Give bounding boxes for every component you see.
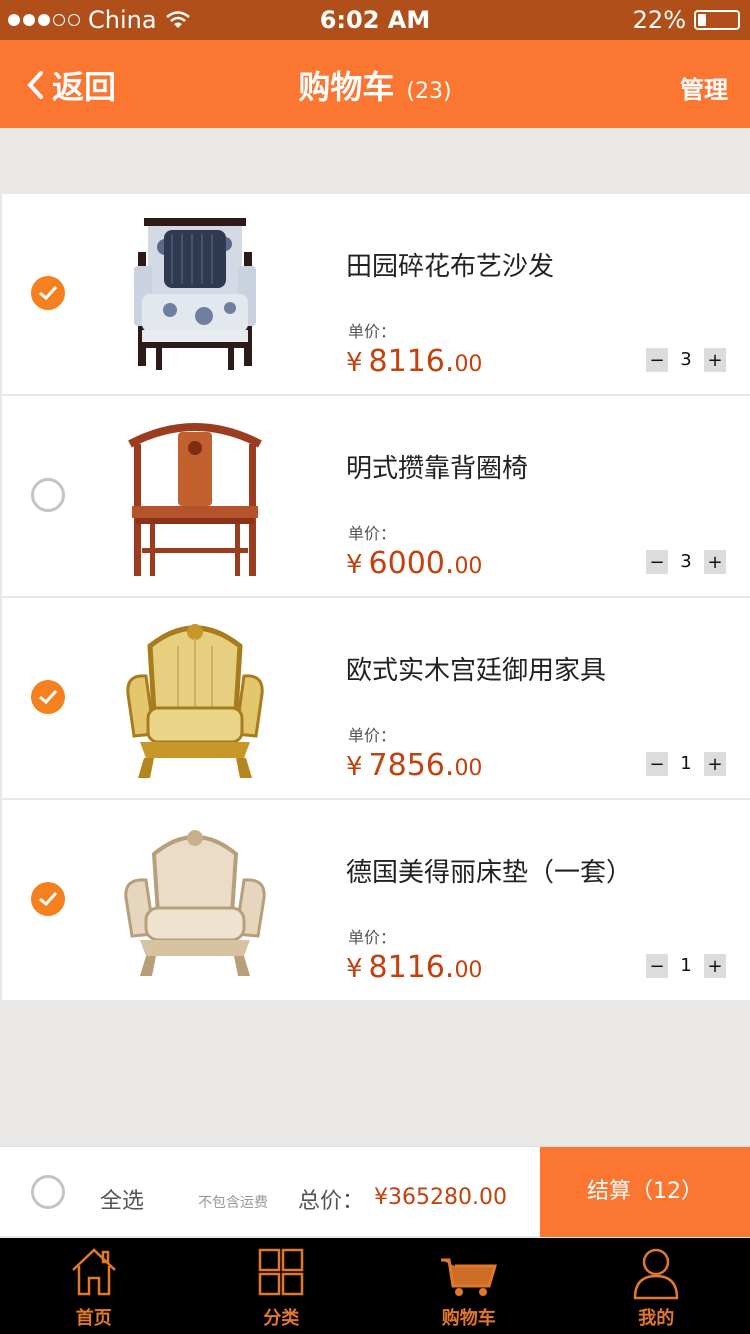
- decrement-button[interactable]: −: [646, 552, 668, 573]
- checkmark-icon: [39, 285, 58, 301]
- item-name[interactable]: 德国美得丽床垫（一套）: [346, 852, 632, 889]
- battery-icon: [694, 10, 740, 30]
- checkmark-icon: [39, 891, 58, 907]
- unit-price-label: 单价：: [348, 726, 397, 745]
- quantity-value[interactable]: 3: [668, 348, 704, 372]
- tab-label: 分类: [263, 1308, 300, 1329]
- quantity-stepper: − 1 +: [646, 752, 726, 776]
- cart-item: 德国美得丽床垫（一套） 单价： ¥8116.00 − 1 +: [2, 800, 750, 1000]
- checkout-bar: 全选 不包含运费 总价： ¥365280.00 结算（12）: [0, 1146, 750, 1237]
- item-price: ¥7856.00: [346, 748, 483, 783]
- status-bar: China 6:02 AM 22%: [0, 0, 750, 40]
- checkmark-icon: [39, 689, 58, 705]
- unit-price-label: 单价：: [348, 322, 397, 341]
- tab-label: 购物车: [441, 1308, 496, 1329]
- select-all-label[interactable]: 全选: [100, 1183, 144, 1215]
- item-name[interactable]: 欧式实木宫廷御用家具: [346, 650, 606, 687]
- quantity-value[interactable]: 1: [668, 752, 704, 776]
- tab-category[interactable]: 分类: [188, 1238, 376, 1334]
- item-checkbox[interactable]: [31, 478, 65, 512]
- tab-cart[interactable]: 购物车: [375, 1238, 563, 1334]
- cart-item: 田园碎花布艺沙发 单价： ¥8116.00 − 3 +: [2, 194, 750, 394]
- ming-style-wooden-chair-image: [128, 423, 262, 576]
- item-checkbox[interactable]: [31, 276, 65, 310]
- total-label: 总价：: [298, 1189, 365, 1214]
- cart-count: (23): [406, 79, 452, 104]
- increment-button[interactable]: +: [704, 552, 726, 573]
- increment-button[interactable]: +: [704, 350, 726, 371]
- decrement-button[interactable]: −: [646, 754, 668, 775]
- page-title: 购物车 (23): [298, 68, 452, 106]
- tab-home[interactable]: 首页: [0, 1238, 188, 1334]
- cart-item: 明式攒靠背圈椅 单价： ¥6000.00 − 3 +: [2, 396, 750, 596]
- total-value: ¥365280.00: [374, 1185, 507, 1210]
- decrement-button[interactable]: −: [646, 350, 668, 371]
- item-price: ¥8116.00: [346, 344, 483, 379]
- gold-baroque-armchair-image: [126, 624, 264, 778]
- item-price: ¥6000.00: [346, 546, 483, 581]
- decrement-button[interactable]: −: [646, 956, 668, 977]
- item-checkbox[interactable]: [31, 882, 65, 916]
- increment-button[interactable]: +: [704, 754, 726, 775]
- tab-profile[interactable]: 我的: [563, 1238, 750, 1334]
- quantity-stepper: − 3 +: [646, 550, 726, 574]
- tab-bar: 首页 分类 购物车 我的: [0, 1238, 750, 1334]
- unit-price-label: 单价：: [348, 928, 397, 947]
- manage-button[interactable]: 管理: [680, 70, 728, 105]
- select-all-checkbox[interactable]: [31, 1175, 65, 1209]
- quantity-value[interactable]: 3: [668, 550, 704, 574]
- item-name[interactable]: 田园碎花布艺沙发: [346, 246, 554, 283]
- quantity-stepper: − 3 +: [646, 348, 726, 372]
- cream-baroque-armchair-image: [124, 830, 266, 976]
- cart-item: 欧式实木宫廷御用家具 单价： ¥7856.00 − 1 +: [2, 598, 750, 798]
- floral-upholstered-armchair-image: [134, 218, 256, 370]
- quantity-stepper: − 1 +: [646, 954, 726, 978]
- shipping-note: 不包含运费: [198, 1195, 268, 1211]
- increment-button[interactable]: +: [704, 956, 726, 977]
- tab-label: 首页: [75, 1308, 112, 1329]
- home-icon: [71, 1248, 116, 1296]
- item-name[interactable]: 明式攒靠背圈椅: [346, 448, 528, 485]
- checkout-button[interactable]: 结算（12）: [540, 1147, 750, 1237]
- item-price: ¥8116.00: [346, 950, 483, 985]
- nav-bar: 返回 购物车 (23) 管理: [0, 40, 750, 128]
- grid-icon: [259, 1248, 304, 1296]
- user-icon: [633, 1248, 679, 1300]
- cart-icon: [440, 1258, 497, 1296]
- tab-label: 我的: [638, 1308, 675, 1329]
- battery-percent: 22%: [632, 6, 686, 34]
- unit-price-label: 单价：: [348, 524, 397, 543]
- quantity-value[interactable]: 1: [668, 954, 704, 978]
- item-checkbox[interactable]: [31, 680, 65, 714]
